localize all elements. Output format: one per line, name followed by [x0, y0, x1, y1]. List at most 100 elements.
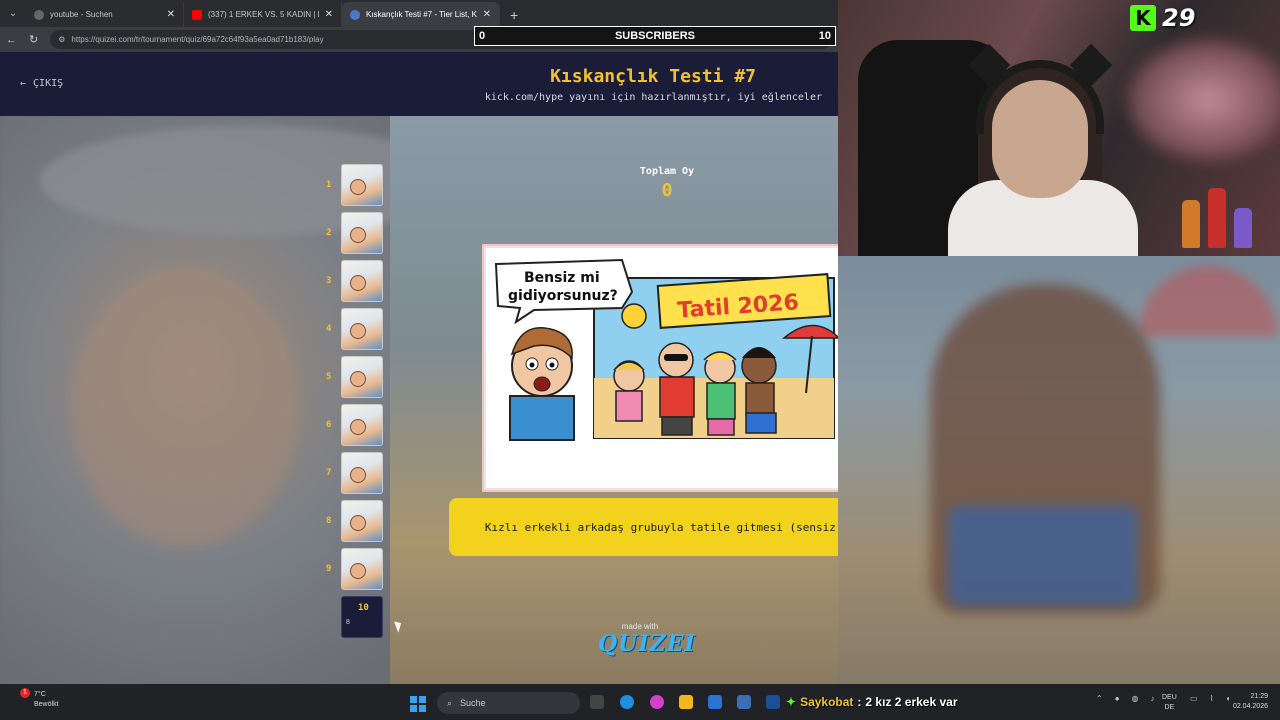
- thumbnail-item[interactable]: 9: [320, 548, 390, 596]
- thumbnail-image[interactable]: [341, 404, 383, 446]
- browser-tab-3-active[interactable]: Kıskançlık Testi #7 - Tier List, Kör S ✕: [342, 2, 500, 27]
- thumbnail-current[interactable]: 10 8: [341, 596, 383, 638]
- thumbnail-image[interactable]: [341, 308, 383, 350]
- system-tray-right: ▭ ⌇ ◖: [1190, 694, 1230, 703]
- browser-tab-1[interactable]: youtube - Suchen ✕: [26, 2, 184, 27]
- thumbnail-image[interactable]: [341, 548, 383, 590]
- close-tab-icon[interactable]: ✕: [325, 9, 333, 20]
- store-icon[interactable]: [708, 695, 722, 709]
- answer-option-caption[interactable]: Kızlı erkekli arkadaş grubuyla tatile gi…: [449, 498, 838, 556]
- weather-desc: Bewölkt: [34, 701, 59, 708]
- exit-label: ÇIKIŞ: [33, 78, 64, 89]
- close-tab-icon[interactable]: ✕: [483, 9, 491, 20]
- app-icon[interactable]: [766, 695, 780, 709]
- clock-date: 02.04.2026: [1232, 703, 1268, 710]
- chat-overlay-message: ✦ Saykobat : 2 kız 2 erkek var: [786, 692, 958, 712]
- thumbnail-image[interactable]: [341, 500, 383, 542]
- youtube-icon: [192, 9, 202, 20]
- windows-taskbar: 1 7°C Bewölkt ⌕ Suche ✦ Saykobat : 2 kız…: [0, 684, 1280, 720]
- wifi-icon[interactable]: ⌇: [1210, 694, 1214, 703]
- thumbnail-image[interactable]: [341, 356, 383, 398]
- comic-illustration: Tatil 2026 Bensiz mi gidiyorsunuz?: [494, 258, 838, 441]
- question-image-card[interactable]: Tatil 2026 Bensiz mi gidiyorsunuz?: [484, 246, 838, 490]
- tray-app-icon[interactable]: ●: [1115, 694, 1120, 703]
- file-explorer-icon[interactable]: [679, 695, 693, 709]
- thumbnail-item[interactable]: 8: [320, 500, 390, 548]
- thumbnail-number: 2: [326, 228, 332, 238]
- thumbnail-image[interactable]: [341, 260, 383, 302]
- weather-widget[interactable]: 1 7°C Bewölkt: [16, 688, 59, 710]
- viewer-count: 29: [1162, 4, 1196, 32]
- display-icon[interactable]: ▭: [1190, 694, 1198, 703]
- thumbnail-item[interactable]: 7: [320, 452, 390, 500]
- weather-temp: 7°C: [34, 691, 46, 698]
- chevron-up-icon[interactable]: ⌃: [1096, 694, 1103, 703]
- quizei-logo: QUIZEI: [598, 631, 696, 657]
- taskbar-search[interactable]: ⌕ Suche: [437, 692, 580, 714]
- current-item-number: 10: [358, 603, 369, 613]
- thumbnail-item-current[interactable]: 10 8: [320, 596, 390, 644]
- subscriber-goal-current: 0: [479, 30, 486, 42]
- tab-title: (337) 1 ERKEK VS. 5 KADIN | KIYAF: [208, 10, 319, 19]
- chat-badge-icon: ✦: [786, 695, 797, 709]
- thumbnail-number: 3: [326, 276, 332, 286]
- site-info-icon[interactable]: ⚙: [58, 35, 65, 44]
- edge-icon[interactable]: [620, 695, 634, 709]
- kick-logo-icon: K: [1130, 5, 1156, 31]
- bubble-text-line1: Bensiz mi: [524, 270, 600, 286]
- chat-username: Saykobat: [800, 695, 854, 709]
- thumbnail-list: 1 2 3 4 5 6 7 8 9 10 8: [320, 164, 390, 644]
- made-with-quizei[interactable]: made with QUIZEI: [598, 622, 696, 657]
- thumbnail-number: 1: [326, 180, 332, 190]
- thumbnail-item[interactable]: 6: [320, 404, 390, 452]
- browser-tab-2[interactable]: (337) 1 ERKEK VS. 5 KADIN | KIYAF ✕: [184, 2, 342, 27]
- made-with-label: made with: [621, 622, 659, 631]
- new-tab-button[interactable]: +: [500, 2, 528, 27]
- blurred-background-right: [838, 256, 1280, 684]
- quiz-title: Kıskançlık Testi #7: [550, 66, 756, 87]
- thumbnail-item[interactable]: 5: [320, 356, 390, 404]
- thumbnail-item[interactable]: 4: [320, 308, 390, 356]
- webcam-feed: [838, 0, 1280, 256]
- thumbnail-number: 4: [326, 324, 332, 334]
- drink-bottles: [1178, 178, 1268, 248]
- screen: ⌄ youtube - Suchen ✕ (337) 1 ERKEK VS. 5…: [0, 0, 1280, 720]
- exit-button[interactable]: ← ÇIKIŞ: [20, 78, 63, 89]
- back-arrow-icon[interactable]: ←: [6, 34, 17, 46]
- taskbar-clock[interactable]: 21:29 02.04.2026: [1233, 692, 1268, 712]
- quiz-subtitle: kick.com/hype yayını için hazırlanmıştır…: [484, 92, 822, 103]
- current-item-sub: 8: [346, 619, 350, 626]
- thumbnail-number: 5: [326, 372, 332, 382]
- browser-tab-bar: ⌄ youtube - Suchen ✕ (337) 1 ERKEK VS. 5…: [0, 0, 838, 27]
- app-icon[interactable]: [737, 695, 751, 709]
- thumbnail-item[interactable]: 1: [320, 164, 390, 212]
- reload-icon[interactable]: ↻: [29, 33, 38, 46]
- search-icon: [34, 9, 44, 20]
- quiz-page: ← ÇIKIŞ Kıskançlık Testi #7 kick.com/hyp…: [0, 52, 838, 684]
- thumbnail-item[interactable]: 3: [320, 260, 390, 308]
- arrow-left-icon: ←: [20, 78, 27, 89]
- thumbnail-image[interactable]: [341, 452, 383, 494]
- thumbnail-image[interactable]: [341, 212, 383, 254]
- network-icon[interactable]: ◍: [1132, 694, 1139, 703]
- kick-viewer-count: K 29: [1130, 4, 1195, 32]
- microphone-icon[interactable]: ♪: [1151, 694, 1155, 703]
- thumbnail-number: 7: [326, 468, 332, 478]
- speaker-icon[interactable]: ◖: [1225, 694, 1230, 703]
- input-language[interactable]: DEU DE: [1162, 693, 1177, 713]
- bubble-text-line2: gidiyorsunuz?: [508, 288, 618, 304]
- tab-list-menu-icon[interactable]: ⌄: [0, 0, 26, 27]
- clock-time: 21:29: [1250, 693, 1268, 700]
- search-icon: ⌕: [447, 697, 453, 708]
- windows-start-icon[interactable]: [410, 696, 426, 712]
- thumbnail-item[interactable]: 2: [320, 212, 390, 260]
- subscriber-goal-label: SUBSCRIBERS: [614, 30, 696, 42]
- chat-message: 2 kız 2 erkek var: [865, 695, 958, 709]
- chat-separator: :: [857, 695, 862, 709]
- tab-title: Kıskançlık Testi #7 - Tier List, Kör S: [366, 10, 477, 19]
- close-tab-icon[interactable]: ✕: [167, 9, 175, 20]
- task-view-icon[interactable]: [590, 695, 604, 709]
- thumbnail-image[interactable]: [341, 164, 383, 206]
- copilot-icon[interactable]: [650, 695, 664, 709]
- notification-badge: 1: [20, 688, 30, 698]
